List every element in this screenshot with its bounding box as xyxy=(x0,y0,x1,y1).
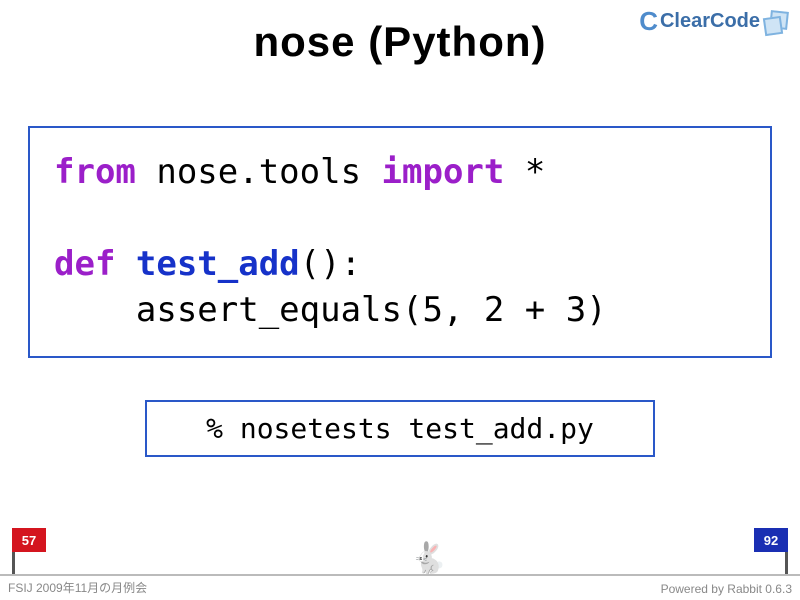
command-block: % nosetests test_add.py xyxy=(145,400,655,457)
footer-credit: Powered by Rabbit 0.6.3 xyxy=(661,582,792,596)
logo-letter-c-icon: C xyxy=(639,6,658,37)
page-flag-current: 57 xyxy=(12,528,46,552)
code-block: from nose.tools import * def test_add():… xyxy=(28,126,772,358)
footer-event: FSIJ 2009年11月の月例会 xyxy=(8,579,147,596)
page-flag-total: 92 xyxy=(754,528,788,552)
slide: C ClearCode nose (Python) from nose.tool… xyxy=(0,0,800,600)
flag-number: 92 xyxy=(764,533,778,548)
command-text: % nosetests test_add.py xyxy=(206,412,594,445)
code-text: assert_equals(5, 2 + 3) xyxy=(54,290,607,330)
logo-squares-icon xyxy=(764,11,786,33)
keyword-def: def xyxy=(54,244,136,284)
function-name: test_add xyxy=(136,244,300,284)
code-text: nose.tools xyxy=(136,152,382,192)
footer-divider xyxy=(0,574,800,576)
keyword-from: from xyxy=(54,152,136,192)
keyword-import: import xyxy=(382,152,505,192)
code-text: (): xyxy=(300,244,361,284)
rabbit-icon: 🐇 xyxy=(410,544,447,574)
clearcode-logo: C ClearCode xyxy=(639,6,786,37)
code-text: * xyxy=(504,152,545,192)
flag-number: 57 xyxy=(22,533,36,548)
logo-text: ClearCode xyxy=(660,10,760,33)
